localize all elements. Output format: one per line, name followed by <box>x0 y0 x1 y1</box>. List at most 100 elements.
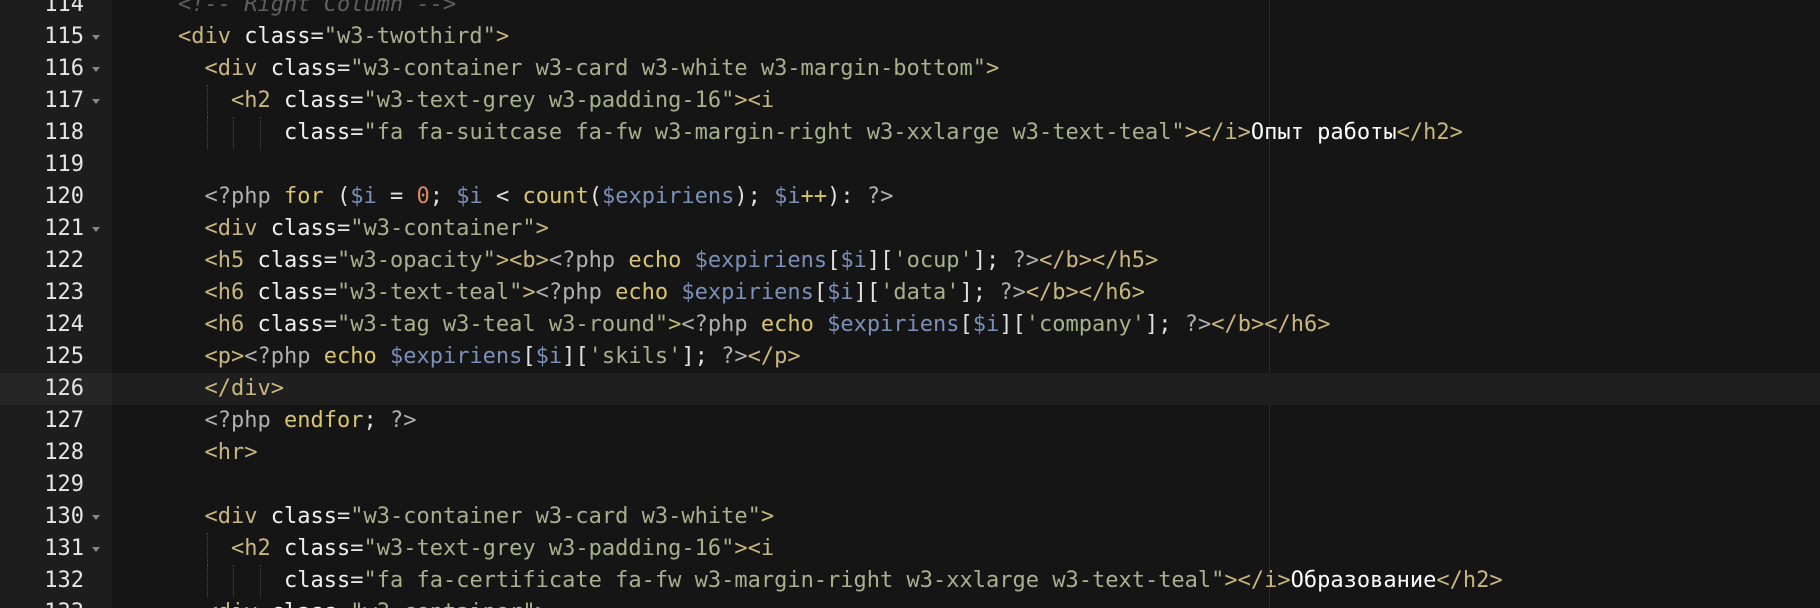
code-token: </b></h5> <box>1039 248 1159 273</box>
code-token: $i <box>840 248 867 273</box>
code-editor[interactable]: 114 <!-- Right Column --> 115 <div class="w… <box>0 0 1820 608</box>
code-line[interactable]: 116 <div class="w3-container w3-card w3-w… <box>0 53 1820 85</box>
code-token: ( <box>323 184 351 209</box>
code-line[interactable]: 128 <hr> <box>0 437 1820 469</box>
line-number: 132 <box>44 568 84 593</box>
indent-guide <box>206 85 208 117</box>
code-token: <p> <box>204 344 245 369</box>
code-token: class <box>270 216 337 241</box>
code-token: > <box>522 280 536 305</box>
code-token: [ <box>959 312 973 337</box>
code-line[interactable]: 115 <div class="w3-twothird"> <box>0 21 1820 53</box>
line-number: 120 <box>44 184 84 209</box>
code-text[interactable]: <div class="w3-container w3-card w3-whit… <box>205 53 1000 85</box>
code-token: > <box>535 216 549 241</box>
code-token: = <box>350 88 364 113</box>
code-text[interactable]: <!-- Right Column --> <box>178 0 456 21</box>
code-line[interactable]: 131 <h2 class="w3-text-grey w3-padding-16… <box>0 533 1820 565</box>
code-line[interactable]: 114 <!-- Right Column --> <box>0 0 1820 21</box>
line-number: 127 <box>44 408 84 433</box>
code-line[interactable]: 133 <div class="w3-container"> <box>0 597 1820 608</box>
fold-triangle-icon[interactable] <box>92 67 100 72</box>
code-token: ?> <box>1012 248 1040 273</box>
code-text[interactable]: <?php endfor; ?> <box>205 405 417 437</box>
code-token: ++ <box>800 184 828 209</box>
code-token: $i <box>456 184 483 209</box>
code-token: "w3-tag w3-teal w3-round" <box>336 312 669 337</box>
code-token: count <box>522 184 589 209</box>
code-text[interactable]: <h2 class="w3-text-grey w3-padding-16"><… <box>231 85 774 117</box>
fold-triangle-icon[interactable] <box>92 547 100 552</box>
code-token: <div <box>204 216 271 241</box>
code-line[interactable]: 119 <box>0 149 1820 181</box>
code-text[interactable]: <div class="w3-twothird"> <box>178 21 509 53</box>
code-token: = <box>323 248 337 273</box>
indent-guide <box>206 533 208 565</box>
code-line[interactable]: 132 class="fa fa-certificate fa-fw w3-mar… <box>0 565 1820 597</box>
code-line[interactable]: 129 <box>0 469 1820 501</box>
code-text[interactable]: <?php for ($i = 0; $i < count($expiriens… <box>205 181 894 213</box>
indent-guide <box>233 117 234 149</box>
code-text[interactable]: <p><?php echo $expiriens[$i]['skils']; ?… <box>205 341 801 373</box>
code-line[interactable]: 126 </div> <box>0 373 1820 405</box>
code-line[interactable]: 124 <h6 class="w3-tag w3-teal w3-round"><… <box>0 309 1820 341</box>
fold-triangle-icon[interactable] <box>92 99 100 104</box>
fold-triangle-icon[interactable] <box>92 35 100 40</box>
code-line[interactable]: 122 <h5 class="w3-opacity"><b><?php echo … <box>0 245 1820 277</box>
code-token: ; <box>363 408 390 433</box>
code-line[interactable]: 121 <div class="w3-container"> <box>0 213 1820 245</box>
code-text[interactable]: <div class="w3-container"> <box>205 597 549 608</box>
line-number: 133 <box>0 597 84 608</box>
code-line[interactable]: 118 class="fa fa-suitcase fa-fw w3-margin… <box>0 117 1820 149</box>
code-token: ; <box>429 184 457 209</box>
code-token: </h2> <box>1396 120 1463 145</box>
indent-guide <box>259 117 261 149</box>
code-line[interactable]: 125 <p><?php echo $expiriens[$i]['skils']… <box>0 341 1820 373</box>
indent-guide <box>233 565 234 597</box>
code-text[interactable]: <h2 class="w3-text-grey w3-padding-16"><… <box>231 533 774 565</box>
code-text[interactable]: <h6 class="w3-tag w3-teal w3-round"><?ph… <box>205 309 1331 341</box>
line-number: 122 <box>44 248 84 273</box>
code-text[interactable]: <h5 class="w3-opacity"><b><?php echo $ex… <box>205 245 1159 277</box>
code-token: echo <box>615 280 669 305</box>
code-text[interactable]: </div> <box>205 373 284 405</box>
code-token: <?php <box>681 312 761 337</box>
code-token: <h6 <box>204 280 258 305</box>
code-token: = <box>336 504 351 529</box>
code-token: ><i <box>734 88 775 113</box>
code-line[interactable]: 127 <?php endfor; ?> <box>0 405 1820 437</box>
code-text[interactable]: <hr> <box>205 437 258 469</box>
code-line[interactable]: 120 <?php for ($i = 0; $i < count($expiri… <box>0 181 1820 213</box>
code-line[interactable]: 123 <h6 class="w3-text-teal"><?php echo $… <box>0 277 1820 309</box>
code-line[interactable]: 130 <div class="w3-container w3-card w3-w… <box>0 501 1820 533</box>
code-text[interactable]: <div class="w3-container"> <box>205 213 549 245</box>
fold-triangle-icon[interactable] <box>92 227 100 232</box>
line-number: 117 <box>44 88 84 113</box>
code-text[interactable]: class="fa fa-suitcase fa-fw w3-margin-ri… <box>284 117 1463 149</box>
fold-triangle-icon[interactable] <box>92 515 100 520</box>
code-token: <?php <box>204 184 284 209</box>
code-token: [ <box>813 280 828 305</box>
code-line[interactable]: 117 <h2 class="w3-text-grey w3-padding-16… <box>0 85 1820 117</box>
code-token: class <box>284 120 351 145</box>
line-number: 123 <box>44 280 84 305</box>
code-token: <h6 <box>204 312 258 337</box>
code-text[interactable]: <h6 class="w3-text-teal"><?php echo $exp… <box>205 277 1146 309</box>
code-text[interactable]: class="fa fa-certificate fa-fw w3-margin… <box>284 565 1503 597</box>
code-token: ][ <box>853 280 881 305</box>
code-token: [ <box>522 344 536 369</box>
code-token: <h5 <box>204 248 258 273</box>
code-token: class <box>257 312 324 337</box>
code-token: 0 <box>416 184 430 209</box>
code-token: = <box>310 24 324 49</box>
code-token: class <box>284 568 351 593</box>
code-text[interactable]: <div class="w3-container w3-card w3-whit… <box>205 501 775 533</box>
code-token: </b></h6> <box>1025 280 1146 305</box>
line-number: 131 <box>44 536 84 561</box>
line-number: 130 <box>44 504 84 529</box>
code-token: class <box>257 280 324 305</box>
line-number: 114 <box>44 0 84 17</box>
code-token: ]; <box>1145 312 1185 337</box>
